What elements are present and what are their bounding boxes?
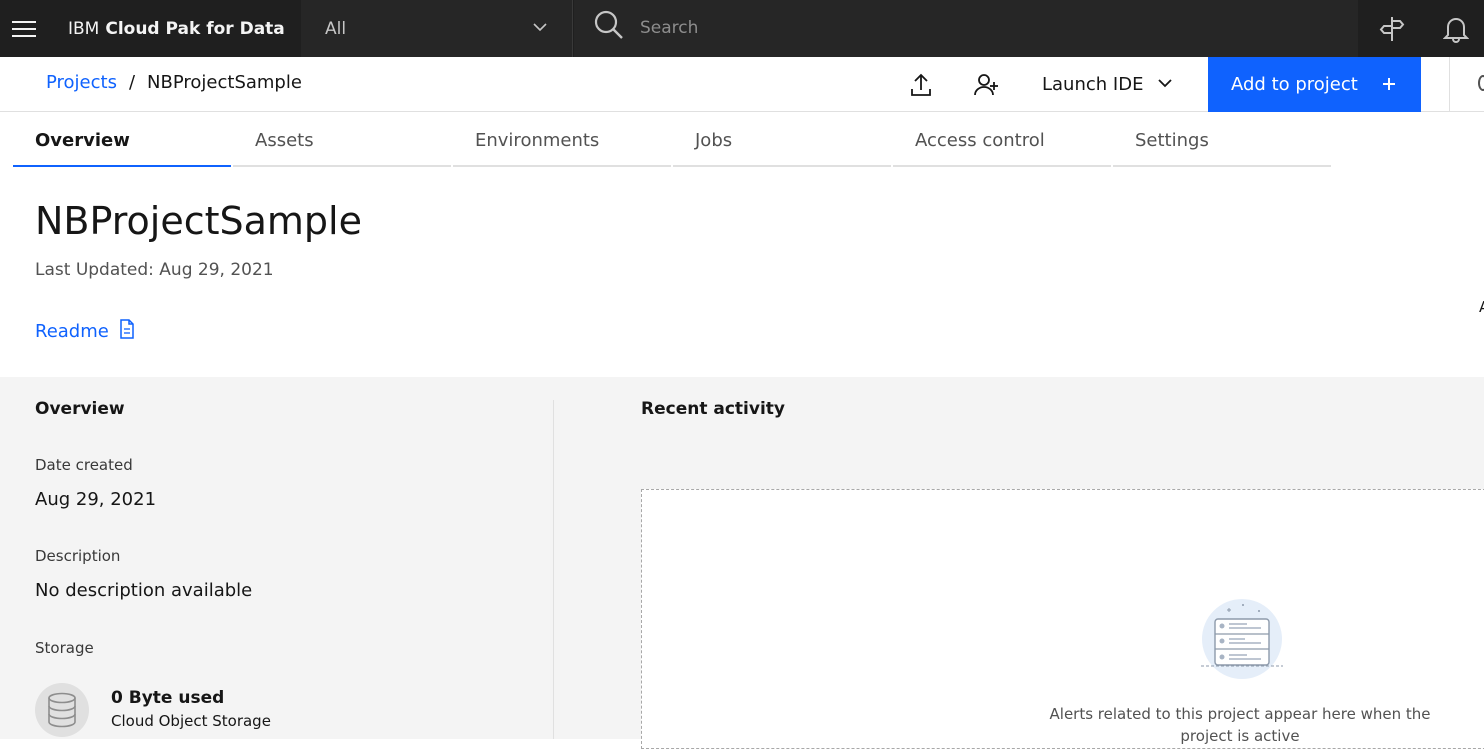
- info-icon[interactable]: [1478, 75, 1484, 91]
- add-user-icon[interactable]: [967, 65, 1007, 105]
- tab-settings[interactable]: Settings: [1113, 112, 1331, 167]
- breadcrumb-current: NBProjectSample: [147, 72, 302, 93]
- global-search: [574, 0, 1358, 57]
- storage-label: Storage: [35, 639, 94, 657]
- date-created-value: Aug 29, 2021: [35, 489, 157, 510]
- divider: [1449, 57, 1450, 112]
- brand-prefix: IBM: [68, 18, 100, 39]
- tab-overview[interactable]: Overview: [13, 112, 231, 167]
- readme-link[interactable]: Readme: [35, 319, 135, 344]
- storage-type: Cloud Object Storage: [111, 712, 271, 730]
- chevron-down-icon: [532, 17, 548, 42]
- readme-label: Readme: [35, 321, 109, 342]
- global-header: IBM Cloud Pak for Data All: [0, 0, 1484, 57]
- column-divider: [553, 400, 554, 739]
- tab-jobs[interactable]: Jobs: [673, 112, 891, 167]
- project-action-bar: Projects / NBProjectSample Launch IDE Ad…: [0, 57, 1484, 112]
- last-updated: Last Updated: Aug 29, 2021: [35, 260, 274, 280]
- description-value: No description available: [35, 580, 253, 601]
- storage-used: 0 Byte used: [111, 688, 225, 708]
- chevron-down-icon: [1157, 74, 1173, 95]
- database-icon: [35, 683, 89, 737]
- document-icon: [119, 319, 135, 344]
- search-input[interactable]: [640, 12, 1320, 44]
- tab-assets[interactable]: Assets: [233, 112, 451, 167]
- page-title: NBProjectSample: [35, 199, 362, 243]
- edge-text: A: [1479, 298, 1484, 316]
- menu-icon[interactable]: [0, 0, 48, 57]
- search-icon: [594, 10, 624, 44]
- project-tabs: Overview Assets Environments Jobs Access…: [13, 112, 1333, 167]
- scope-value: All: [325, 18, 347, 39]
- add-to-project-label: Add to project: [1231, 74, 1358, 95]
- brand-name: Cloud Pak for Data: [105, 18, 285, 39]
- breadcrumb: Projects / NBProjectSample: [46, 72, 302, 93]
- tab-environments[interactable]: Environments: [453, 112, 671, 167]
- date-created-label: Date created: [35, 456, 133, 474]
- launch-ide-label: Launch IDE: [1042, 74, 1144, 95]
- plus-icon: [1382, 73, 1396, 100]
- signpost-icon[interactable]: [1360, 0, 1424, 57]
- product-brand[interactable]: IBM Cloud Pak for Data: [68, 0, 285, 57]
- overview-heading: Overview: [35, 399, 125, 419]
- activity-empty-message: Alerts related to this project appear he…: [1049, 705, 1431, 745]
- breadcrumb-projects-link[interactable]: Projects: [46, 72, 117, 93]
- upload-icon[interactable]: [901, 65, 941, 105]
- scope-dropdown[interactable]: All: [301, 0, 573, 57]
- description-label: Description: [35, 547, 121, 565]
- notification-icon[interactable]: [1424, 0, 1484, 57]
- activity-illustration-icon: [1199, 599, 1285, 683]
- launch-ide-button[interactable]: Launch IDE: [1030, 57, 1185, 112]
- breadcrumb-separator: /: [128, 72, 136, 93]
- tab-access-control[interactable]: Access control: [893, 112, 1111, 167]
- add-to-project-button[interactable]: Add to project: [1208, 57, 1421, 112]
- recent-activity-heading: Recent activity: [641, 399, 785, 419]
